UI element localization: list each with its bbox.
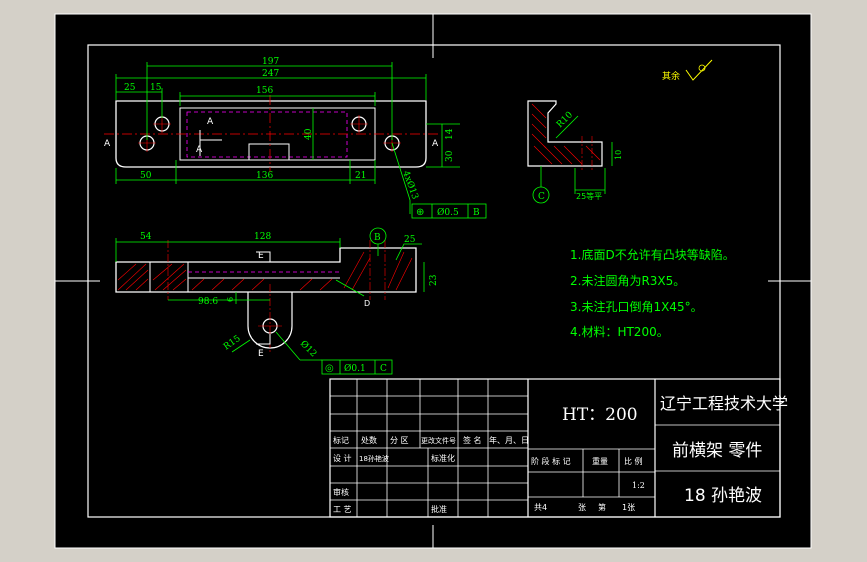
scale-value: 1:2 bbox=[632, 481, 645, 490]
side-height-label: 10 bbox=[614, 150, 623, 160]
author-name: 18 孙艳波 bbox=[684, 486, 762, 506]
header-date: 年、月、日 bbox=[489, 435, 529, 445]
dim-197: 197 bbox=[262, 57, 279, 67]
header-count: 处数 bbox=[361, 435, 377, 445]
coaxial-symbol: ◎ bbox=[325, 363, 334, 374]
dim-128: 128 bbox=[254, 232, 271, 242]
section-label-e-2: E bbox=[258, 349, 264, 359]
dim-247: 247 bbox=[262, 69, 279, 79]
sheet-total: 共4 bbox=[534, 503, 547, 512]
dim-25: 25 bbox=[124, 83, 136, 93]
datum-b-label: B bbox=[374, 233, 381, 243]
row-design-label: 设 计 bbox=[333, 453, 352, 463]
tolerance-symbol: ⊕ bbox=[416, 207, 424, 218]
dim-21: 21 bbox=[355, 171, 366, 181]
dim-40: 40 bbox=[304, 128, 314, 140]
stage-mark-header: 阶 段 标 记 bbox=[531, 456, 571, 466]
section-label-a-3: A bbox=[196, 145, 203, 155]
sheet-no-value: 1张 bbox=[622, 503, 635, 512]
dim-6: 6 bbox=[226, 297, 235, 302]
header-change-doc: 更改文件号 bbox=[421, 436, 456, 445]
section-label-a-2: A bbox=[207, 117, 214, 127]
dim-14: 14 bbox=[445, 128, 455, 140]
note-2: 2.未注圆角为R3X5。 bbox=[570, 273, 685, 288]
material-label: HT：200 bbox=[562, 405, 638, 425]
dim-angle-25: 25 bbox=[404, 235, 416, 245]
tolerance-datum: B bbox=[473, 208, 480, 218]
row-review-label: 审核 bbox=[333, 487, 349, 497]
row-process-label: 工 艺 bbox=[333, 505, 352, 514]
row-approve-label: 批准 bbox=[431, 504, 447, 514]
roughness-label: 其余 bbox=[662, 70, 680, 82]
coaxial-value: Ø0.1 bbox=[344, 363, 366, 374]
header-zone: 分 区 bbox=[390, 436, 409, 445]
sheet-unit-1: 张 bbox=[578, 503, 586, 512]
coaxial-datum: C bbox=[380, 364, 387, 374]
scale-header: 比 例 bbox=[624, 456, 643, 466]
sheet-no-label: 第 bbox=[598, 502, 606, 512]
dim-54: 54 bbox=[140, 232, 152, 242]
dim-23: 23 bbox=[429, 274, 439, 286]
header-mark: 标记 bbox=[333, 435, 349, 445]
side-datum-label: C bbox=[538, 192, 545, 202]
dim-98-6: 98.6 bbox=[198, 297, 218, 307]
weight-header: 重量 bbox=[592, 456, 608, 466]
section-label-a-1: A bbox=[104, 139, 111, 149]
section-label-a-4: A bbox=[432, 139, 439, 149]
dim-50: 50 bbox=[140, 171, 152, 181]
note-1: 1.底面D不允许有凸块等缺陷。 bbox=[570, 247, 735, 262]
row-standard-label: 标准化 bbox=[431, 453, 455, 463]
dim-30: 30 bbox=[445, 150, 455, 162]
note-4: 4.材料：HT200。 bbox=[570, 325, 669, 339]
dim-156: 156 bbox=[256, 86, 273, 96]
datum-d-label: D bbox=[364, 299, 370, 308]
note-3: 3.未注孔口倒角1X45°。 bbox=[570, 299, 703, 314]
section-label-e-1: E bbox=[258, 251, 264, 261]
header-signature: 签 名 bbox=[463, 435, 482, 445]
side-width-label: 25等平 bbox=[576, 191, 602, 201]
row-design-name: 18孙艳波 bbox=[359, 454, 389, 463]
tolerance-value: Ø0.5 bbox=[437, 207, 459, 218]
school-name: 辽宁工程技术大学 bbox=[660, 394, 788, 413]
dim-136: 136 bbox=[256, 171, 273, 181]
dim-15: 15 bbox=[150, 83, 162, 93]
cad-drawing-canvas: A A A A 197 247 25 15 156 40 14 30 50 13… bbox=[54, 13, 812, 549]
part-name: 前横架 零件 bbox=[672, 441, 762, 461]
